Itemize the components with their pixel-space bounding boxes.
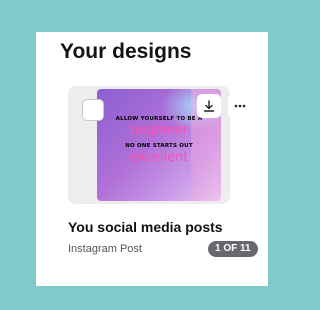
thumbnail-text-line4: excellent — [129, 150, 189, 165]
design-name[interactable]: You social media posts — [68, 219, 223, 235]
select-checkbox[interactable] — [82, 99, 104, 121]
thumbnail-text-line2: beginner — [130, 123, 188, 138]
design-type: Instagram Post — [68, 243, 142, 255]
thumbnail-text-line3: NO ONE STARTS OUT — [125, 143, 193, 149]
more-options-icon — [234, 104, 246, 108]
download-icon — [203, 100, 215, 112]
more-options-button[interactable] — [228, 94, 252, 118]
designs-card: Your designs ALLOW YOURSELF TO BE A begi… — [36, 32, 268, 286]
download-button[interactable] — [197, 94, 221, 118]
design-thumbnail-container[interactable]: ALLOW YOURSELF TO BE A beginner NO ONE S… — [68, 86, 252, 204]
page-count-badge: 1 OF 11 — [208, 241, 258, 257]
section-title: Your designs — [60, 40, 192, 63]
